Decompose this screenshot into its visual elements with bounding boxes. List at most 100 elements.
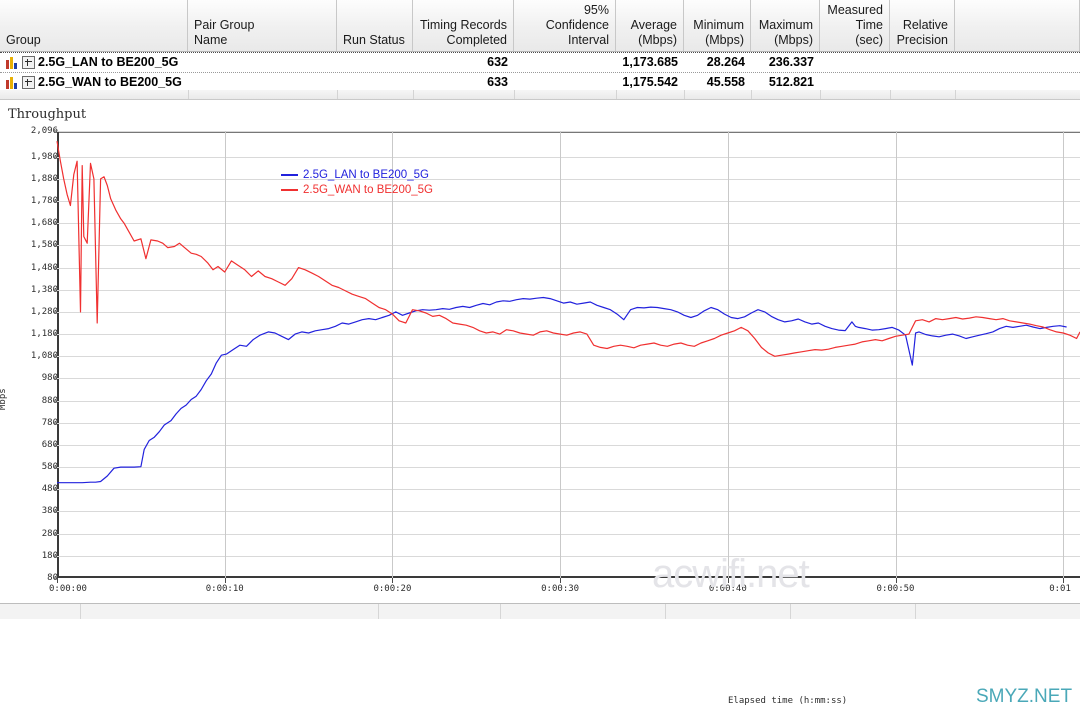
cell-timing_records_completed: 632 (487, 55, 508, 69)
cell-maximum_mbps: 236.337 (768, 55, 814, 69)
column-header-3[interactable]: Timing Records Completed (413, 0, 514, 51)
column-header-line1: Minimum (693, 18, 744, 32)
y-tick-mark (53, 130, 57, 132)
y-tick-mark (53, 178, 57, 180)
status-separator (378, 604, 379, 619)
footer-separator (616, 90, 617, 99)
footer-separator (751, 90, 752, 99)
x-tick-mark (224, 578, 226, 583)
column-header-line2: Completed (446, 33, 507, 47)
x-tick-label: 0:01 (1049, 584, 1071, 594)
y-tick-mark (53, 444, 57, 446)
legend-item-0[interactable]: 2.5G_LAN to BE200_5G (281, 167, 433, 182)
footer-separator (820, 90, 821, 99)
table-footer-strip (0, 90, 1080, 100)
y-tick-mark (53, 400, 57, 402)
column-header-9[interactable]: Relative Precision (890, 0, 955, 51)
y-tick-mark (53, 200, 57, 202)
status-separator (500, 604, 501, 619)
y-tick-mark (53, 466, 57, 468)
column-header-line1: Average (630, 18, 677, 32)
column-header-line1: Group (6, 33, 41, 47)
cell-average_mbps: 1,173.685 (622, 55, 678, 69)
x-tick-label: 0:00:30 (541, 584, 580, 594)
x-tick-mark (57, 578, 58, 583)
footer-separator (955, 90, 956, 99)
bar-chart-icon[interactable] (6, 56, 18, 69)
status-separator (665, 604, 666, 619)
y-tick-mark (53, 377, 57, 379)
column-header-8[interactable]: Measured Time (sec) (820, 0, 890, 51)
bar-chart-icon[interactable] (6, 76, 18, 89)
column-header-10[interactable] (955, 0, 1080, 51)
column-header-6[interactable]: Minimum (Mbps) (684, 0, 751, 51)
y-tick-mark (53, 289, 57, 291)
status-bar (0, 603, 1080, 619)
footer-separator (684, 90, 685, 99)
x-tick-mark (392, 578, 394, 583)
x-tick-label: 0:00:20 (373, 584, 412, 594)
y-tick-mark (53, 355, 57, 357)
y-tick-mark (53, 510, 57, 512)
series-line-1 (56, 141, 1080, 357)
series-line-0 (57, 296, 1067, 484)
x-tick-label: 0:00:50 (876, 584, 915, 594)
throughput-chart-panel: Throughput 80180280380480580680780880980… (0, 100, 1080, 707)
footer-separator (188, 90, 189, 99)
expand-plus-icon[interactable] (22, 76, 35, 89)
y-tick-mark (53, 577, 57, 579)
legend-swatch-wan (281, 188, 298, 191)
y-tick-mark (53, 222, 57, 224)
status-separator (915, 604, 916, 619)
legend-swatch-lan (281, 173, 298, 176)
y-tick-mark (53, 244, 57, 246)
status-separator (790, 604, 791, 619)
y-tick-mark (53, 311, 57, 313)
column-header-7[interactable]: Maximum (Mbps) (751, 0, 820, 51)
column-header-1[interactable]: Pair Group Name (188, 0, 337, 51)
column-header-line2: (Mbps) (774, 33, 813, 47)
column-header-line1: Run Status (343, 33, 405, 47)
column-header-4[interactable]: 95% Confidence Interval (514, 0, 616, 51)
row-icons (6, 56, 35, 69)
footer-separator (514, 90, 515, 99)
status-separator (80, 604, 81, 619)
legend-item-1[interactable]: 2.5G_WAN to BE200_5G (281, 182, 433, 197)
column-header-line1: Maximum (758, 18, 813, 32)
watermark-smyz: SMYZ.NET (976, 686, 1073, 707)
column-header-line1: Measured (827, 3, 883, 17)
table-row[interactable]: 2.5G_LAN to BE200_5G 632 1,173.685 28.264 23… (0, 52, 1080, 73)
x-axis-title: Elapsed time (h:mm:ss) (728, 696, 848, 706)
footer-separator (413, 90, 414, 99)
plot-area: 2.5G_LAN to BE200_5G 2.5G_WAN to BE200_5… (56, 131, 1080, 578)
application-window: Group Pair Group Name Run Status Timing Reco… (0, 0, 1080, 707)
y-tick-mark (53, 422, 57, 424)
y-tick-mark (53, 156, 57, 158)
y-axis-title: Mbps (0, 388, 8, 410)
expand-plus-icon[interactable] (22, 56, 35, 69)
table-header-row: Group Pair Group Name Run Status Timing Reco… (0, 0, 1080, 52)
column-header-line1: Relative (902, 18, 948, 32)
legend-label-wan: 2.5G_WAN to BE200_5G (303, 183, 433, 196)
series-lines (56, 141, 1080, 484)
watermark-acwifi: acwifi.net (652, 552, 810, 596)
x-tick-label: 0:00:10 (205, 584, 244, 594)
column-header-line1: 95% Confidence (545, 3, 609, 32)
column-header-line2: (Mbps) (638, 33, 677, 47)
y-axis-tick-labels: 801802803804805806807808809801,0801,1801… (6, 100, 58, 603)
results-table: Group Pair Group Name Run Status Timing Reco… (0, 0, 1080, 100)
column-header-5[interactable]: Average (Mbps) (616, 0, 684, 51)
table-body: 2.5G_LAN to BE200_5G 632 1,173.685 28.264 23… (0, 52, 1080, 93)
legend-label-lan: 2.5G_LAN to BE200_5G (303, 168, 429, 181)
cell-group: 2.5G_LAN to BE200_5G (38, 55, 179, 69)
y-tick-mark (53, 333, 57, 335)
y-tick-mark (53, 267, 57, 269)
column-header-2[interactable]: Run Status (337, 0, 413, 51)
column-header-line1: Pair Group (194, 18, 255, 32)
column-header-line2: Precision (896, 33, 948, 47)
column-header-line2: Time (sec) (855, 18, 883, 47)
cell-minimum_mbps: 28.264 (706, 55, 745, 69)
x-tick-mark (1063, 578, 1065, 583)
footer-separator (337, 90, 338, 99)
column-header-0[interactable]: Group (0, 0, 188, 51)
